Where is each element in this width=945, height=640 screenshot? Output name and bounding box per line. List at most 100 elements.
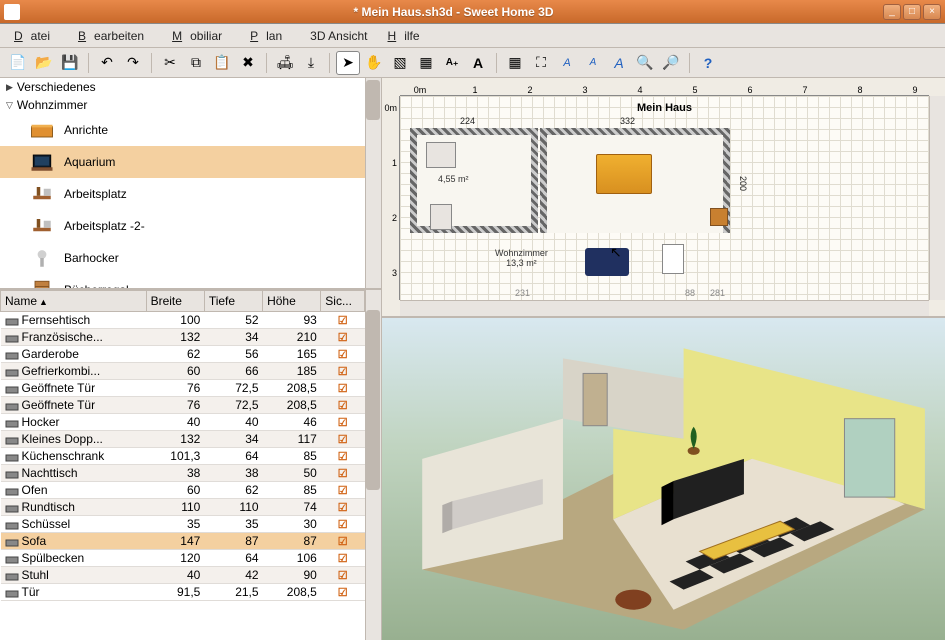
import-icon[interactable]: ⤓ — [299, 51, 323, 75]
cell-visible-checkbox[interactable]: ☑ — [321, 584, 365, 601]
cut-icon[interactable]: ✂ — [158, 51, 182, 75]
catalog-item[interactable]: Arbeitsplatz — [0, 178, 381, 210]
add-furniture-icon[interactable]: 🛋 — [273, 51, 297, 75]
menu-mobiliar[interactable]: Mobiliar — [164, 26, 238, 46]
catalog-item[interactable]: Anrichte — [0, 114, 381, 146]
select-icon[interactable]: ➤ — [336, 51, 360, 75]
table-row[interactable]: Fernsehtisch1005293☑ — [1, 312, 365, 329]
table-row[interactable]: Geöffnete Tür7672,5208,5☑ — [1, 397, 365, 414]
cell-visible-checkbox[interactable]: ☑ — [321, 465, 365, 482]
table-row[interactable]: Kleines Dopp...13234117☑ — [1, 431, 365, 448]
menu-datei[interactable]: Datei — [6, 26, 66, 46]
table-row[interactable]: Hocker404046☑ — [1, 414, 365, 431]
cell-visible-checkbox[interactable]: ☑ — [321, 363, 365, 380]
cell-visible-checkbox[interactable]: ☑ — [321, 312, 365, 329]
new-icon[interactable]: 📄 — [6, 51, 30, 75]
text-big-icon[interactable]: A — [607, 51, 631, 75]
row-icon — [5, 519, 19, 531]
redo-icon[interactable]: ↷ — [121, 51, 145, 75]
table-row[interactable]: Spülbecken12064106☑ — [1, 550, 365, 567]
col-breite[interactable]: Breite — [146, 291, 204, 312]
table-row[interactable]: Nachttisch383850☑ — [1, 465, 365, 482]
cell-visible-checkbox[interactable]: ☑ — [321, 482, 365, 499]
plan-obj-sofa[interactable] — [585, 248, 629, 276]
plan-view[interactable]: 0m123456789 0m123 Mein Haus 224 332 200 … — [382, 78, 945, 318]
cell-visible-checkbox[interactable]: ☑ — [321, 397, 365, 414]
plan-obj-table[interactable] — [710, 208, 728, 226]
cell-visible-checkbox[interactable]: ☑ — [321, 414, 365, 431]
create-room-icon[interactable]: ▦ — [414, 51, 438, 75]
plan-obj-bed[interactable] — [596, 154, 652, 194]
plan-scrollbar-v[interactable] — [929, 96, 945, 300]
cell-visible-checkbox[interactable]: ☑ — [321, 533, 365, 550]
furniture-table[interactable]: Name▲ Breite Tiefe Höhe Sic... Fernsehti… — [0, 290, 381, 640]
text-small-icon[interactable]: A — [581, 51, 605, 75]
col-tiefe[interactable]: Tiefe — [204, 291, 262, 312]
axes-icon[interactable]: A — [555, 51, 579, 75]
table-row[interactable]: Französische...13234210☑ — [1, 329, 365, 346]
table-row[interactable]: Stuhl404290☑ — [1, 567, 365, 584]
cell-visible-checkbox[interactable]: ☑ — [321, 329, 365, 346]
table-row[interactable]: Tür91,521,5208,5☑ — [1, 584, 365, 601]
cell-visible-checkbox[interactable]: ☑ — [321, 499, 365, 516]
table-row[interactable]: Gefrierkombi...6066185☑ — [1, 363, 365, 380]
catalog-item[interactable]: Bücherregal — [0, 274, 381, 290]
paste-icon[interactable]: 📋 — [210, 51, 234, 75]
table-row[interactable]: Geöffnete Tür7672,5208,5☑ — [1, 380, 365, 397]
table-row[interactable]: Ofen606285☑ — [1, 482, 365, 499]
3d-view[interactable] — [382, 318, 945, 640]
cell-visible-checkbox[interactable]: ☑ — [321, 567, 365, 584]
plan-obj-cabinet[interactable] — [426, 142, 456, 168]
table-row[interactable]: Sofa1478787☑ — [1, 533, 365, 550]
save-icon[interactable]: 💾 — [58, 51, 82, 75]
close-button[interactable]: × — [923, 4, 941, 20]
table-row[interactable]: Schüssel353530☑ — [1, 516, 365, 533]
catalog-scrollbar[interactable] — [365, 78, 381, 288]
menu-bearbeiten[interactable]: Bearbeiten — [70, 26, 160, 46]
menu-hilfe[interactable]: Hilfe — [380, 26, 436, 46]
catalog-category-wohnzimmer[interactable]: ▽Wohnzimmer — [0, 96, 381, 114]
zoom-out-icon[interactable]: 🔍 — [633, 51, 657, 75]
plan-obj-fridge[interactable] — [430, 204, 452, 230]
table-row[interactable]: Rundtisch11011074☑ — [1, 499, 365, 516]
copy-icon[interactable]: ⧉ — [184, 51, 208, 75]
menu-plan[interactable]: Plan — [242, 26, 298, 46]
catalog-item-label: Arbeitsplatz -2- — [64, 219, 145, 233]
create-dimension-icon[interactable]: A₊ — [440, 51, 464, 75]
cell-visible-checkbox[interactable]: ☑ — [321, 516, 365, 533]
cell-visible-checkbox[interactable]: ☑ — [321, 550, 365, 567]
minimize-button[interactable]: _ — [883, 4, 901, 20]
catalog-item[interactable]: Aquarium — [0, 146, 381, 178]
menu-3dansicht[interactable]: 3D Ansicht — [302, 26, 375, 46]
table-scrollbar[interactable] — [365, 290, 381, 640]
row-icon — [5, 434, 19, 446]
fit-icon[interactable]: ⛶ — [529, 51, 553, 75]
cell-visible-checkbox[interactable]: ☑ — [321, 448, 365, 465]
cell-visible-checkbox[interactable]: ☑ — [321, 380, 365, 397]
plan-obj-picture[interactable] — [662, 244, 684, 274]
col-hoehe[interactable]: Höhe — [263, 291, 321, 312]
col-name[interactable]: Name▲ — [1, 291, 147, 312]
open-icon[interactable]: 📂 — [32, 51, 56, 75]
create-wall-icon[interactable]: ▧ — [388, 51, 412, 75]
plan-canvas[interactable]: Mein Haus 224 332 200 4,55 m² Wohnzimmer… — [400, 96, 929, 300]
pan-icon[interactable]: ✋ — [362, 51, 386, 75]
catalog-item-label: Arbeitsplatz — [64, 187, 127, 201]
catalog-item[interactable]: Barhocker — [0, 242, 381, 274]
cell-visible-checkbox[interactable]: ☑ — [321, 346, 365, 363]
catalog-category-verschiedenes[interactable]: ▶Verschiedenes — [0, 78, 381, 96]
help-icon[interactable]: ? — [696, 51, 720, 75]
table-row[interactable]: Küchenschrank101,36485☑ — [1, 448, 365, 465]
zoom-in-icon[interactable]: 🔎 — [659, 51, 683, 75]
plan-scrollbar-h[interactable] — [400, 300, 929, 316]
undo-icon[interactable]: ↶ — [95, 51, 119, 75]
furniture-catalog[interactable]: ▶Verschiedenes ▽Wohnzimmer AnrichteAquar… — [0, 78, 381, 290]
grid-icon[interactable]: ▦ — [503, 51, 527, 75]
cell-visible-checkbox[interactable]: ☑ — [321, 431, 365, 448]
col-sichtbar[interactable]: Sic... — [321, 291, 365, 312]
table-row[interactable]: Garderobe6256165☑ — [1, 346, 365, 363]
delete-icon[interactable]: ✖ — [236, 51, 260, 75]
add-text-icon[interactable]: A — [466, 51, 490, 75]
catalog-item[interactable]: Arbeitsplatz -2- — [0, 210, 381, 242]
maximize-button[interactable]: □ — [903, 4, 921, 20]
